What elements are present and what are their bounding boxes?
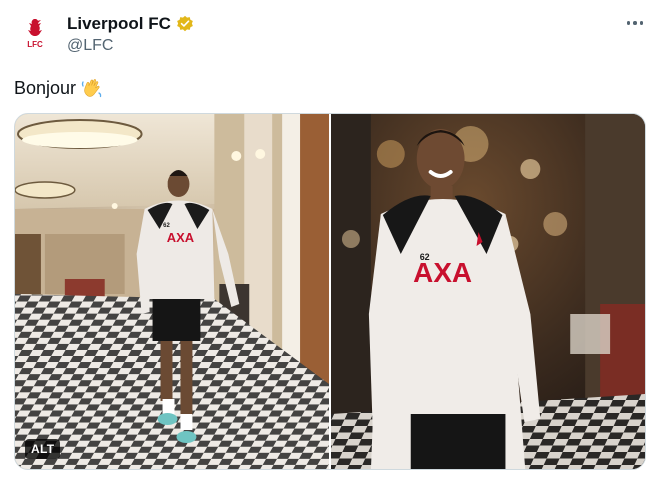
photo-2[interactable]: AXA 62: [331, 114, 645, 469]
photo-2-number: 62: [420, 252, 430, 262]
more-dot-icon: [626, 21, 631, 25]
photo-1-sponsor: AXA: [167, 230, 195, 245]
waving-hand-icon: [81, 79, 102, 98]
avatar[interactable]: LFC: [14, 12, 56, 54]
tweet-text-content: Bonjour: [14, 77, 77, 98]
verified-badge-icon: [177, 15, 193, 32]
media-grid: AXA 62 ALT AXA 62: [14, 113, 646, 470]
avatar-crest-text: LFC: [27, 40, 43, 49]
tweet-text: Bonjour: [14, 76, 104, 100]
alt-text-badge[interactable]: ALT: [25, 439, 61, 459]
photo-1[interactable]: AXA 62 ALT: [15, 114, 329, 469]
user-handle[interactable]: @LFC: [67, 37, 113, 55]
tweet: LFC Liverpool FC @LFC Bonjour AXA 62 ALT…: [0, 0, 660, 478]
more-options-button[interactable]: [624, 14, 646, 32]
photo-2-image: AXA 62: [331, 114, 645, 469]
lfc-crest-icon: LFC: [27, 19, 43, 49]
author-name-row: Liverpool FC: [67, 14, 194, 34]
more-dot-icon: [633, 21, 637, 25]
photo-1-number: 62: [163, 223, 170, 229]
photo-1-image: AXA 62: [15, 114, 329, 469]
more-dot-icon: [639, 21, 644, 25]
display-name[interactable]: Liverpool FC: [67, 14, 171, 34]
